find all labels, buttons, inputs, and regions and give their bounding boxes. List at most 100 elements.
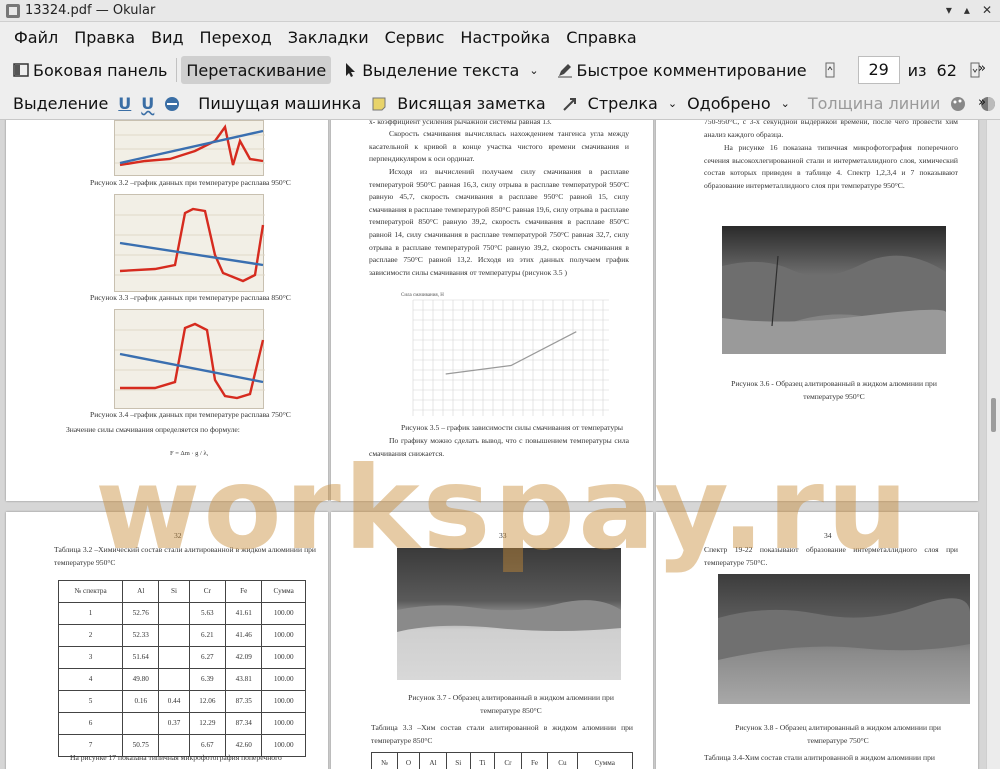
table-header-row: № спектра Al Si Cr Fe Сумма xyxy=(57,580,306,603)
title-bar: 13324.pdf — Okular ▾ ▴ ✕ xyxy=(0,0,1000,22)
previous-page-button[interactable] xyxy=(820,56,850,84)
scrollbar-thumb[interactable] xyxy=(991,398,996,432)
chevron-down-icon[interactable]: ⌄ xyxy=(668,97,677,110)
typewriter-button[interactable]: Пишущая машинка xyxy=(193,90,366,118)
chevron-down-icon[interactable]: ⌄ xyxy=(529,64,538,77)
table-row: 2 52.33 6.21 41.46 100.00 xyxy=(57,624,306,647)
highlight-button[interactable]: Выделение xyxy=(8,90,113,118)
menu-tools[interactable]: Сервис xyxy=(377,28,453,47)
formula-intro: Значение силы смачивания определяется по… xyxy=(66,425,240,434)
menu-help[interactable]: Справка xyxy=(558,28,645,47)
formula: F = Δm · g / λ, xyxy=(170,450,209,457)
main-toolbar: Боковая панель Перетаскивание Выделение … xyxy=(0,52,1000,88)
note-icon xyxy=(371,96,387,112)
paragraph: По графику можно сделать вывод, что с по… xyxy=(369,436,629,458)
table-cell xyxy=(158,668,190,691)
minimize-icon[interactable]: ▾ xyxy=(946,3,952,17)
squiggle-button[interactable]: U xyxy=(136,90,159,118)
drag-mode-label: Перетаскивание xyxy=(186,60,327,80)
micrograph-texture xyxy=(397,600,621,632)
close-icon[interactable]: ✕ xyxy=(982,3,992,17)
table-cell xyxy=(158,624,190,647)
table-cell: 51.64 xyxy=(122,646,160,669)
toolbar-overflow-icon[interactable]: » xyxy=(978,95,986,110)
strikeout-button[interactable] xyxy=(159,90,189,118)
figure-caption: Рисунок 3.5 – график зависимости силы см… xyxy=(401,423,624,432)
figure-3-2 xyxy=(114,120,265,176)
table-cell: 2 xyxy=(57,624,124,647)
table-cell: 100.00 xyxy=(261,712,306,735)
table-header: Fe xyxy=(520,752,549,769)
table-header: № спектра xyxy=(57,580,124,603)
drag-mode-button[interactable]: Перетаскивание xyxy=(181,56,332,84)
text-selection-button[interactable]: Выделение текста ⌄ xyxy=(337,56,543,84)
page-34: 33 Рисунок 3.7 - Образец алитированный в… xyxy=(331,512,653,769)
arrow-button[interactable]: Стрелка ⌄ xyxy=(557,90,682,118)
table-cell: 5.63 xyxy=(188,602,227,625)
toolbar-overflow-icon[interactable]: » xyxy=(978,61,986,76)
document-viewport[interactable]: Рисунок 3.2 –график данных при температу… xyxy=(0,120,986,769)
table-row: 1 52.76 5.63 41.61 100.00 xyxy=(57,602,306,625)
chevron-down-icon[interactable]: ⌄ xyxy=(781,97,790,110)
table-cell: 6.39 xyxy=(188,668,227,691)
stamp-button[interactable]: Одобрено ⌄ xyxy=(682,90,795,118)
vertical-scrollbar[interactable] xyxy=(986,120,1000,769)
table-header: Сумма xyxy=(576,752,634,769)
table-cell: 87.34 xyxy=(225,712,263,735)
table-cell: 100.00 xyxy=(261,646,306,669)
toolbar-separator xyxy=(176,58,178,82)
table-cell: 6.27 xyxy=(188,646,227,669)
micrograph-image xyxy=(397,548,621,680)
sticky-note-button[interactable]: Висящая заметка xyxy=(366,90,550,118)
maximize-icon[interactable]: ▴ xyxy=(964,3,970,17)
underline-button[interactable]: U xyxy=(113,90,136,118)
table-cell: 3 xyxy=(57,646,124,669)
figure-3-4-plot xyxy=(115,322,265,400)
table-cell: 6.21 xyxy=(188,624,227,647)
annotation-toolbar: Выделение U U Пишущая машинка Висящая за… xyxy=(0,88,1000,120)
table-header: Al xyxy=(419,752,447,769)
table-cell: 12.29 xyxy=(188,712,227,735)
page-35: 34 Спектр 19-22 показывают образование и… xyxy=(656,512,978,769)
table-cell: 6 xyxy=(57,712,124,735)
menu-edit[interactable]: Правка xyxy=(66,28,143,47)
highlight-label: Выделение xyxy=(13,94,109,113)
figure-3-5-chart: Сила смачивания, Н xyxy=(401,293,609,416)
table-cell: 100.00 xyxy=(261,602,306,625)
table-cell: 41.61 xyxy=(225,602,263,625)
menu-go[interactable]: Переход xyxy=(192,28,280,47)
line-width-button[interactable]: Толщина линии xyxy=(803,90,946,118)
figure-3-3 xyxy=(114,194,265,292)
menu-bar: Файл Правка Вид Переход Закладки Сервис … xyxy=(0,22,1000,52)
table-header: Si xyxy=(158,580,190,603)
menu-settings[interactable]: Настройка xyxy=(452,28,558,47)
sidebar-button[interactable]: Боковая панель xyxy=(8,56,172,84)
squiggle-icon: U xyxy=(141,94,155,113)
figure-caption: Рисунок 3.4 –график данных при температу… xyxy=(90,410,291,419)
menu-bookmarks[interactable]: Закладки xyxy=(280,28,377,47)
table-header: № xyxy=(371,752,398,769)
page-number-input[interactable]: 29 xyxy=(857,56,900,84)
text-selection-label: Выделение текста xyxy=(362,60,520,80)
table-row: 5 0.16 0.44 12.06 87.35 100.00 xyxy=(57,690,306,713)
color-palette-icon xyxy=(950,96,966,112)
color-button[interactable] xyxy=(945,90,975,118)
table-row: 6 0.37 12.29 87.34 100.00 xyxy=(57,712,306,735)
typewriter-label: Пишущая машинка xyxy=(198,94,362,113)
table-cell xyxy=(122,712,160,735)
micrograph-image xyxy=(718,574,970,704)
table-row: 3 51.64 6.27 42.09 100.00 xyxy=(57,646,306,669)
page-32: 750-950°С, с 3-х секундной выдержкой вре… xyxy=(656,120,978,501)
arrow-tool-icon xyxy=(562,96,578,112)
chart-title: Сила смачивания, Н xyxy=(401,293,444,298)
paragraph: Скорость смачивания вычислялась нахожден… xyxy=(369,129,629,164)
menu-file[interactable]: Файл xyxy=(6,28,66,47)
table-cell: 52.33 xyxy=(122,624,160,647)
table-cell: 0.16 xyxy=(122,690,160,713)
page-30: Рисунок 3.2 –график данных при температу… xyxy=(6,120,328,501)
menu-view[interactable]: Вид xyxy=(143,28,191,47)
quick-comment-button[interactable]: Быстрое комментирование xyxy=(552,56,812,84)
window-title: 13324.pdf — Okular xyxy=(25,3,156,18)
table-cell: 49.80 xyxy=(122,668,160,691)
figure-3-3-plot xyxy=(115,207,265,283)
